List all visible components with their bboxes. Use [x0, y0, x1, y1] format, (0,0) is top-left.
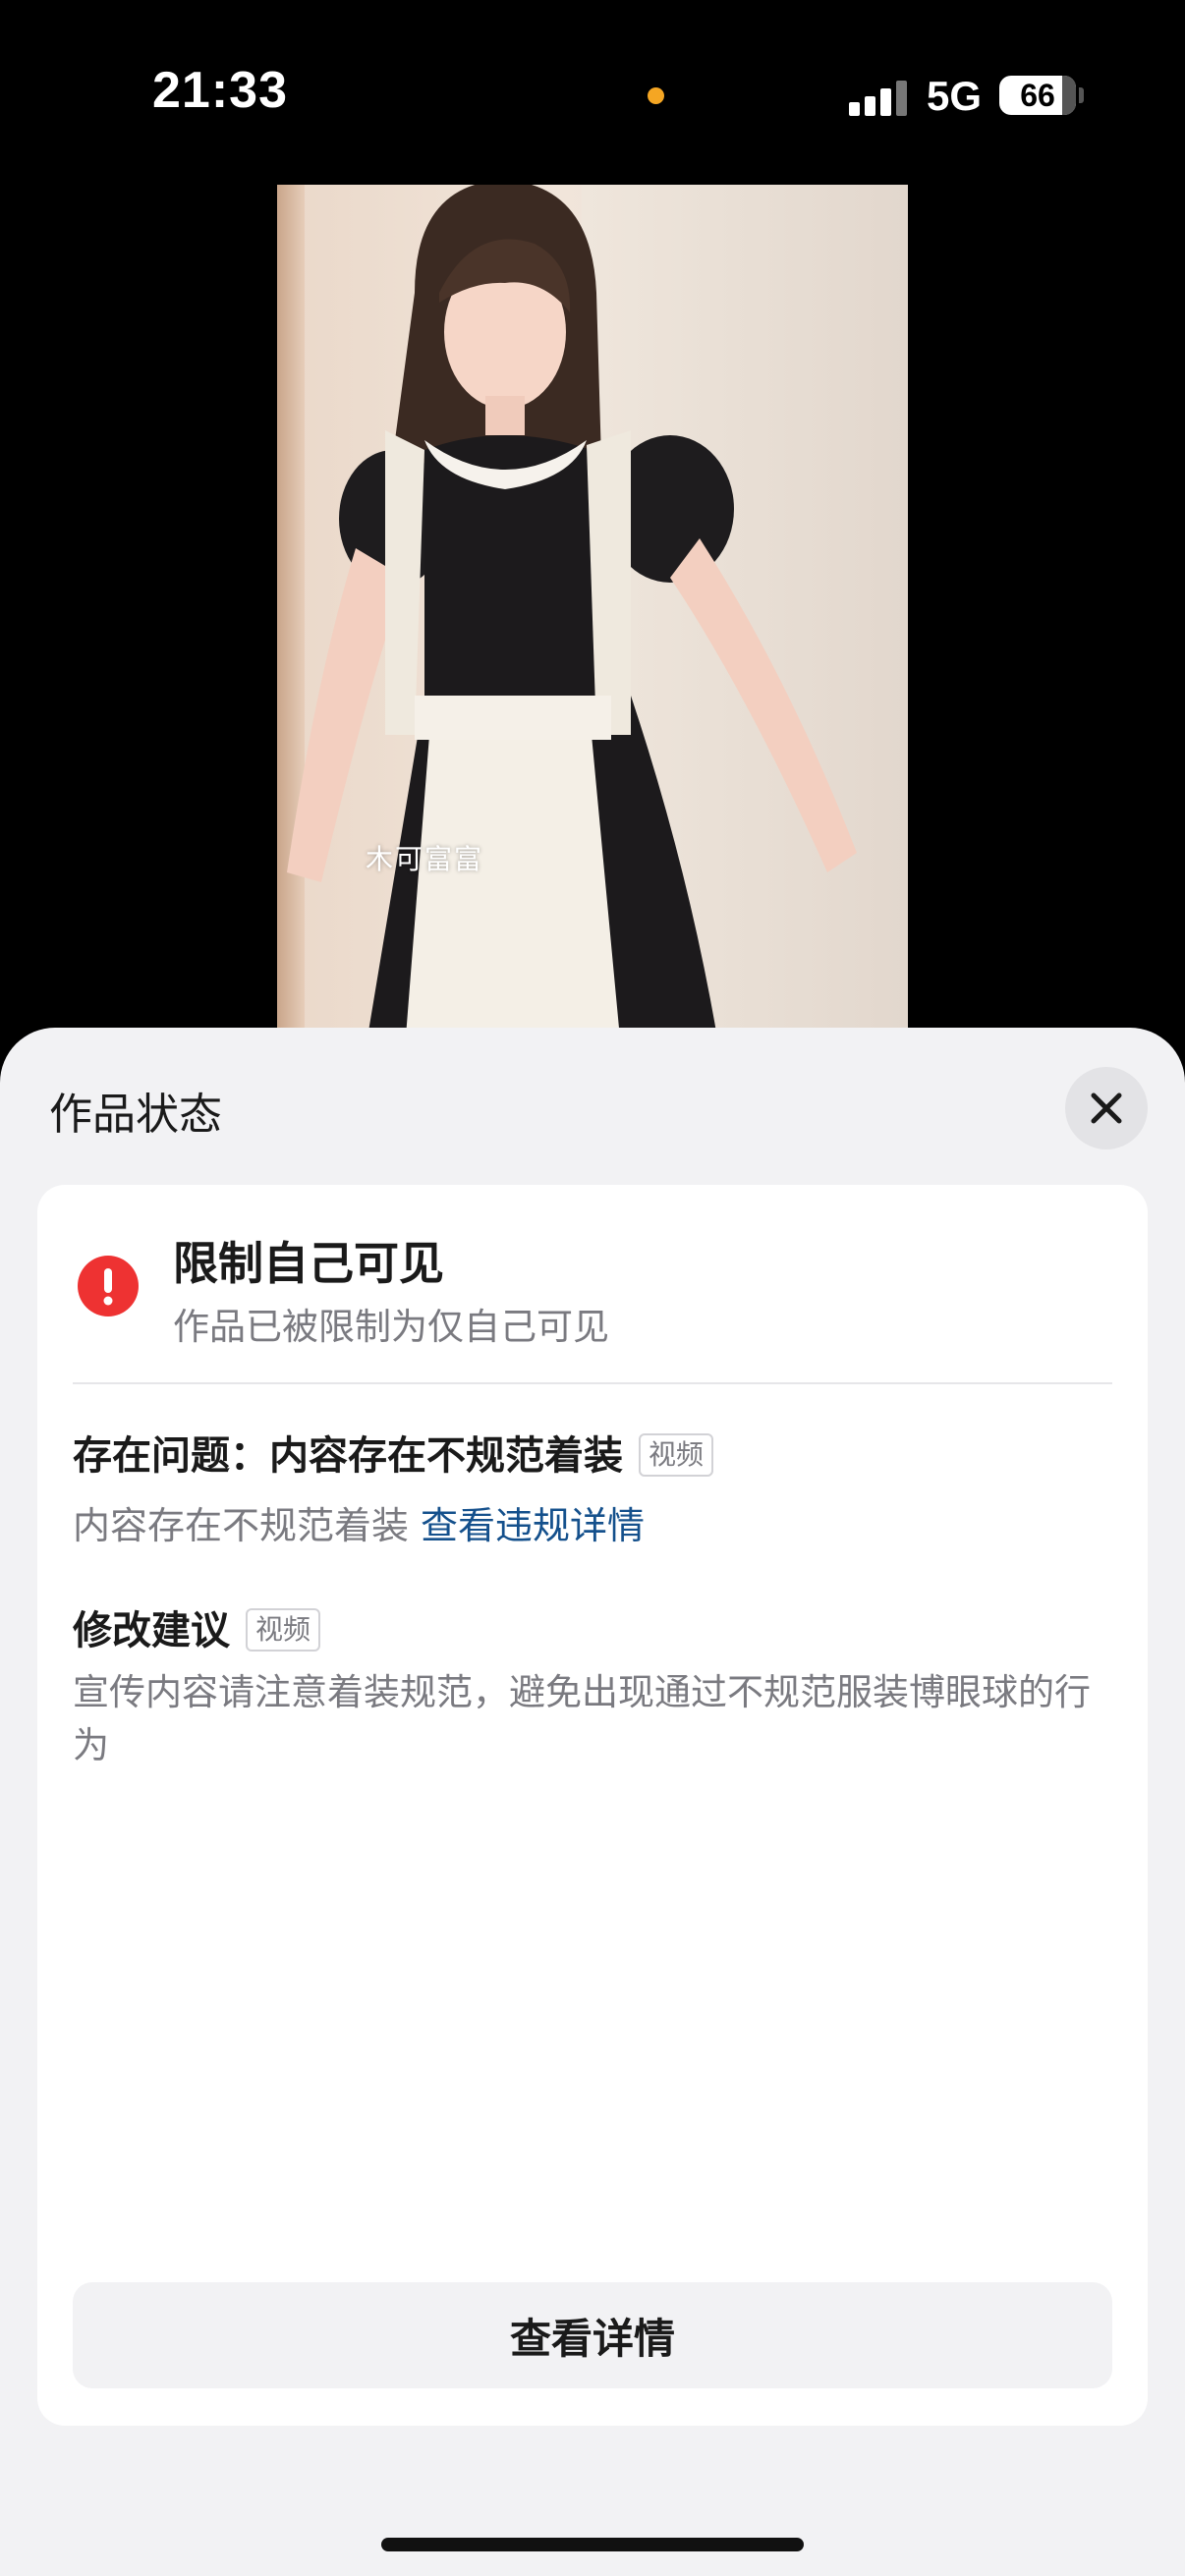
battery-level: 66 — [1020, 78, 1055, 113]
privacy-indicator-dot — [648, 87, 664, 104]
suggestion-tag: 视频 — [246, 1608, 321, 1652]
exclamation-alert-icon — [78, 1256, 139, 1316]
battery-icon: 66 — [999, 76, 1076, 115]
divider — [73, 1382, 1112, 1384]
status-card: 限制自己可见 作品已被限制为仅自己可见 存在问题：内容存在不规范着装 视频 内容存… — [37, 1185, 1148, 2426]
status-time: 21:33 — [152, 62, 288, 119]
close-icon — [1091, 1092, 1122, 1124]
status-sheet: 作品状态 限制自己可见 作品已被限制为仅自己可见 存在问题：内容存在不规范着装视… — [0, 1028, 1185, 2576]
sheet-title: 作品状态 — [49, 1090, 222, 1140]
issue-description-row: 内容存在不规范着装 查看违规详情 — [73, 1495, 645, 1549]
video-watermark: 木可富富 — [366, 843, 484, 875]
view-violation-details-link[interactable]: 查看违规详情 — [421, 1504, 645, 1547]
issue-tag: 视频 — [639, 1433, 714, 1477]
signal-icon — [849, 77, 908, 116]
suggestion-description: 宣传内容请注意着装规范，避免出现通过不规范服装博眼球的行为 — [73, 1671, 1091, 1766]
suggestion-title: 修改建议 — [73, 1608, 230, 1653]
issue-title: 存在问题：内容存在不规范着装 — [73, 1433, 623, 1479]
status-bar: 21:33 5G 66 — [0, 0, 1185, 187]
home-indicator[interactable] — [381, 2538, 804, 2551]
restriction-title: 限制自己可见 — [173, 1237, 444, 1290]
issue-heading: 存在问题：内容存在不规范着装 视频 — [73, 1424, 714, 1481]
network-type: 5G — [927, 73, 983, 119]
battery-tip — [1079, 87, 1084, 103]
issue-description: 内容存在不规范着装 — [73, 1504, 410, 1547]
video-preview[interactable]: 木可富富 — [277, 185, 908, 1049]
view-details-button[interactable]: 查看详情 — [73, 2282, 1112, 2388]
person-figure — [287, 185, 857, 1049]
suggestion-heading: 修改建议 视频 — [73, 1598, 321, 1655]
close-button[interactable] — [1065, 1067, 1148, 1149]
restriction-subtitle: 作品已被限制为仅自己可见 — [173, 1306, 609, 1348]
